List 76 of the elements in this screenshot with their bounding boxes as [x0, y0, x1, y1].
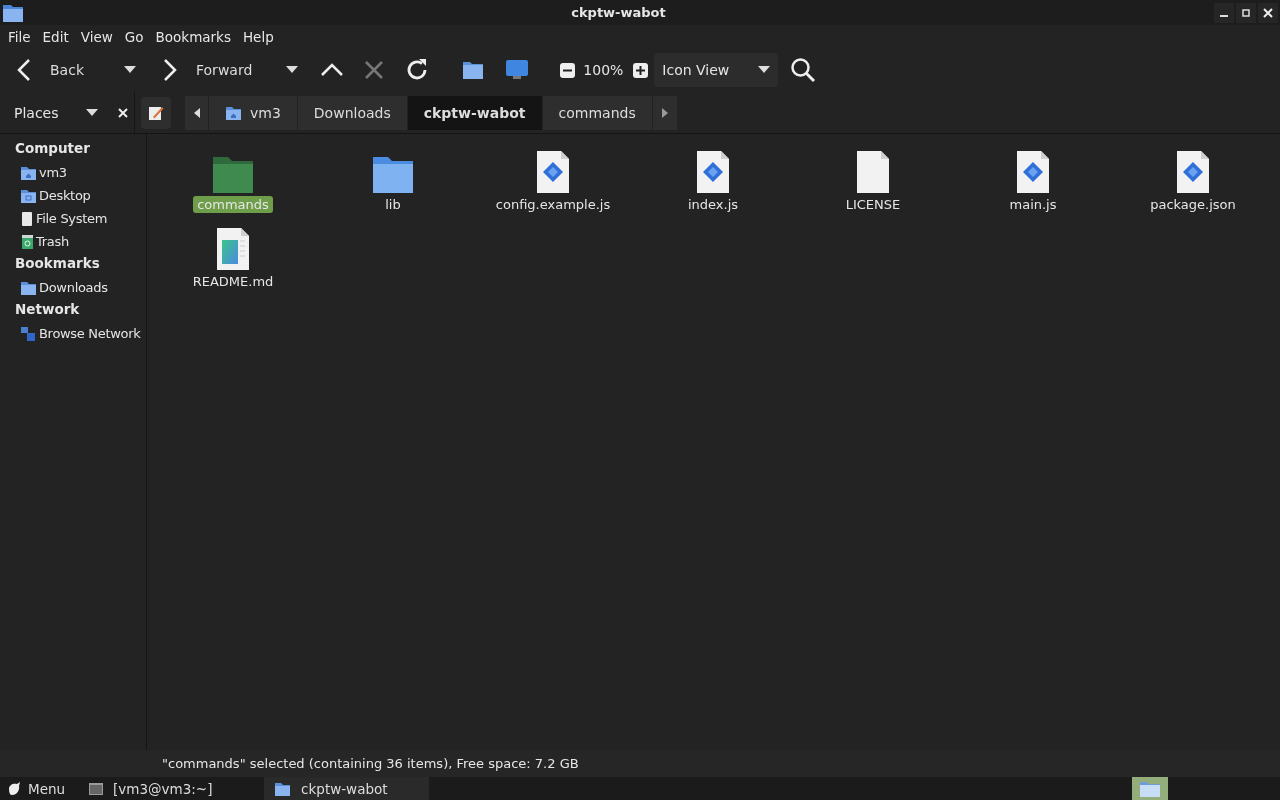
sidebar-item[interactable]: vm3 [39, 165, 67, 180]
script-file-icon[interactable] [695, 150, 731, 194]
sidebar-heading: Bookmarks [14, 254, 101, 273]
menu-item[interactable]: Edit [36, 28, 75, 45]
home-folder-icon [20, 164, 37, 181]
forward-button[interactable]: Forward [156, 52, 259, 88]
minimize-button[interactable] [1214, 2, 1234, 23]
drive-icon [20, 210, 34, 227]
menu-item[interactable]: Go [118, 28, 150, 45]
places-label[interactable]: Places [8, 104, 86, 121]
file-name[interactable]: README.md [188, 273, 278, 290]
home-folder-icon [225, 104, 242, 121]
search-icon[interactable] [790, 57, 817, 83]
scroll-left-button[interactable] [185, 95, 209, 130]
folder-icon [20, 279, 37, 296]
close-button[interactable] [1258, 2, 1278, 23]
triangle-left-icon [193, 107, 200, 118]
script-file-icon[interactable] [1175, 150, 1211, 194]
file-name[interactable]: package.json [1146, 196, 1240, 213]
script-file-icon[interactable] [1015, 150, 1051, 194]
back-button[interactable]: Back [10, 52, 90, 88]
menu-item[interactable]: Help [236, 28, 280, 45]
sidebar-item[interactable]: File System [36, 211, 108, 226]
maximize-button[interactable] [1236, 2, 1256, 23]
sidebar-heading: Computer [14, 139, 91, 158]
caret-icon [758, 66, 771, 74]
close-icon [1263, 7, 1273, 18]
edit-location-button[interactable] [141, 96, 171, 129]
status-text: "commands" selected (containing 36 items), Free space: 7.2 GB [162, 756, 579, 771]
dropdown-caret-icon [124, 66, 136, 74]
chevron-left-icon [16, 58, 32, 82]
folder-icon[interactable] [212, 154, 254, 194]
caret-icon [86, 108, 98, 117]
document-file-icon[interactable] [215, 227, 251, 271]
script-file-icon[interactable] [535, 150, 571, 194]
folder-icon [1139, 779, 1161, 798]
folder-icon [3, 3, 23, 22]
menu-item[interactable]: File [2, 28, 37, 45]
zoom-out-icon[interactable] [560, 62, 576, 78]
file-name[interactable]: lib [381, 196, 405, 213]
sidebar-item[interactable]: Desktop [39, 188, 91, 203]
trash-icon [20, 233, 34, 250]
taskbar-button[interactable]: [vm3@vm3:~] [79, 777, 225, 800]
sidebar-item[interactable]: Downloads [39, 280, 108, 295]
stop-icon[interactable] [364, 60, 385, 80]
zoom-level: 100% [582, 62, 625, 78]
close-icon[interactable] [118, 107, 128, 118]
sidebar-item[interactable]: Browse Network [39, 326, 141, 341]
triangle-right-icon [661, 107, 668, 118]
sidebar-item[interactable]: Trash [36, 234, 69, 249]
desktop-folder-icon [20, 187, 37, 204]
sidebar-heading: Network [14, 300, 81, 319]
file-name[interactable]: LICENSE [841, 196, 905, 213]
file-name[interactable]: config.example.js [491, 196, 615, 213]
pencil-note-icon [148, 104, 164, 121]
view-mode-dropdown[interactable]: Icon View [654, 53, 779, 87]
window-title: ckptw-wabot [570, 5, 667, 20]
start-menu-button[interactable]: Menu [0, 780, 80, 797]
taskbar-button[interactable]: ckptw-wabot [264, 777, 430, 800]
folder-icon[interactable] [372, 154, 414, 194]
file-name[interactable]: index.js [683, 196, 743, 213]
file-name[interactable]: main.js [1005, 196, 1061, 213]
chevron-right-icon [162, 58, 178, 82]
dropdown-caret-icon [286, 66, 299, 74]
menu-item[interactable]: Bookmarks [149, 28, 237, 45]
minimize-icon [1220, 14, 1228, 17]
zoom-in-icon[interactable] [633, 62, 649, 78]
text-file-icon[interactable] [855, 150, 891, 194]
home-folder-icon[interactable] [462, 60, 485, 80]
path-segment[interactable]: ckptw-wabot [407, 95, 543, 130]
folder-icon [274, 780, 292, 797]
menu-item[interactable]: View [74, 28, 119, 45]
terminal-icon [89, 782, 104, 795]
network-icon [20, 325, 37, 342]
computer-icon[interactable] [506, 59, 529, 81]
maximize-icon [1241, 7, 1251, 18]
